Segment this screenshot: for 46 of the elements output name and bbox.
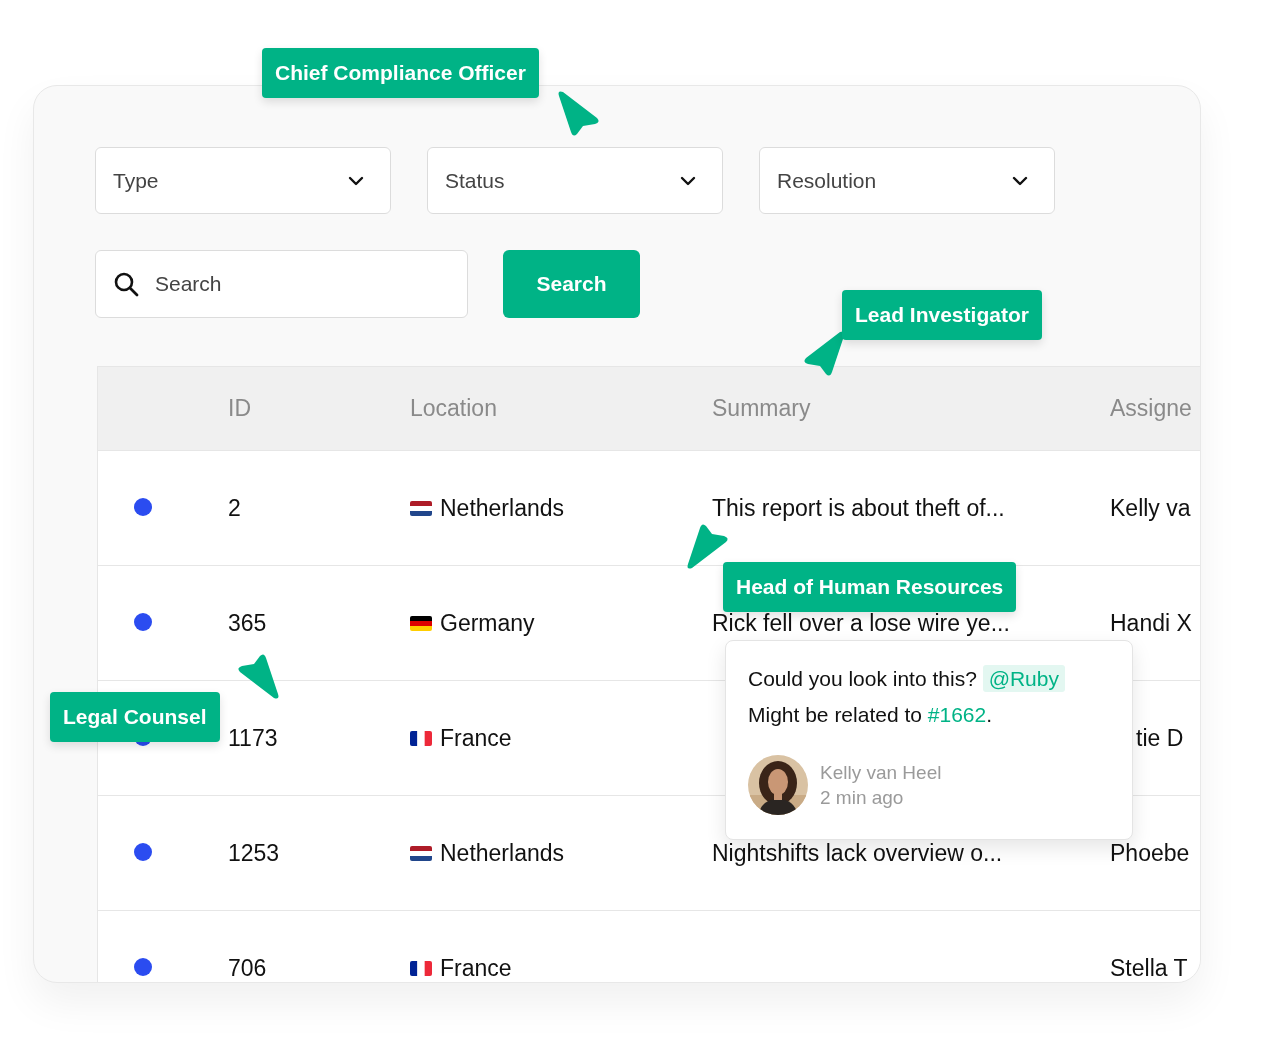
flag-icon [410, 845, 432, 861]
filter-dropdown[interactable]: Resolution [759, 147, 1055, 214]
table-cell: Nightshifts lack overview o... [712, 839, 1003, 866]
table-cell: Stella T [1110, 954, 1188, 981]
table-cell: tie D [1136, 724, 1184, 751]
status-dot [134, 497, 152, 516]
column-header: Location [410, 394, 498, 424]
table-cell: 2 [228, 494, 241, 521]
table-cell-text: France [440, 953, 512, 982]
user-tag: Head of Human Resources [723, 562, 1017, 612]
comment-text: Could you look into this? @Ruby Might be related to #1662. [748, 661, 1110, 733]
flag-icon [410, 615, 432, 631]
user-tag: Lead Investigator [842, 290, 1042, 340]
column-header: Summary [712, 394, 812, 424]
chevron-down-icon [680, 175, 696, 186]
table-cell: Handi X [1110, 609, 1192, 636]
timestamp: 2 min ago [820, 786, 905, 810]
table-cell: 1253 [228, 839, 280, 866]
table-cell-text: Netherlands [440, 838, 565, 868]
table-cell-text: France [440, 723, 512, 753]
author-name: Kelly van Heel [820, 761, 942, 785]
table-cell: This report is about theft of... [712, 494, 1005, 521]
column-header: ID [228, 394, 252, 424]
status-dot [134, 842, 152, 861]
column-header: Assigne [1110, 394, 1193, 424]
flag-icon [410, 730, 432, 746]
user-tag: Chief Compliance Officer [262, 48, 539, 98]
table-cell-text: Netherlands [440, 493, 565, 523]
status-dot [134, 612, 152, 631]
chevron-down-icon [1012, 175, 1028, 186]
flag-icon [410, 500, 432, 516]
search-input[interactable]: Search [153, 267, 433, 301]
search-icon [114, 271, 139, 297]
flag-icon [410, 960, 432, 976]
table-cell: 706 [228, 954, 267, 981]
table-cell: Phoebe [1110, 839, 1190, 866]
table-cell-text: Germany [440, 608, 535, 638]
table-cell: 1173 [228, 724, 278, 751]
filter-dropdown[interactable]: Type [95, 147, 391, 214]
table-cell: Kelly va [1110, 494, 1191, 521]
filter-dropdown[interactable]: Status [427, 147, 723, 214]
chevron-down-icon [348, 175, 364, 186]
table-cell: 365 [228, 609, 267, 636]
table-cell: Rick fell over a lose wire ye... [712, 609, 1010, 636]
status-dot [134, 957, 152, 976]
search-field[interactable]: Search [95, 250, 468, 318]
